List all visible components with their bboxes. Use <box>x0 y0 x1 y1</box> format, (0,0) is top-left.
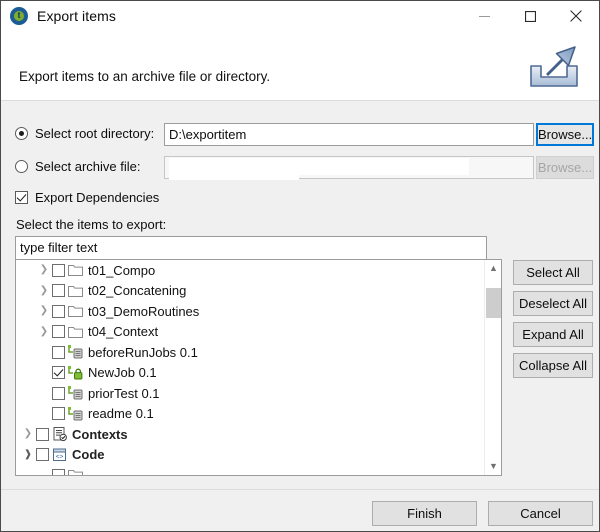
tree-item-label: NewJob 0.1 <box>88 365 157 380</box>
tree-item-label: t02_Concatening <box>88 283 186 298</box>
root-directory-browse-button[interactable]: Browse... <box>536 123 594 146</box>
tree-item-checkbox[interactable] <box>36 448 49 461</box>
expand-all-button[interactable]: Expand All <box>513 322 593 347</box>
tree-item-checkbox[interactable] <box>52 284 65 297</box>
maximize-button[interactable] <box>507 1 553 31</box>
chevron-right-icon[interactable]: ❯ <box>36 322 52 342</box>
folder-icon <box>67 324 84 340</box>
tree-vertical-scrollbar[interactable]: ▲ ▼ <box>484 260 501 475</box>
job-locked-icon <box>67 365 84 381</box>
archive-file-browse-button: Browse... <box>536 156 594 179</box>
tree-item[interactable]: ❱ <> Code <box>16 445 485 466</box>
tree-item-label: Code <box>72 447 105 462</box>
root-directory-row: Select root directory: <box>15 126 154 141</box>
title-bar: t Export items <box>1 1 599 31</box>
scrollbar-thumb[interactable] <box>486 288 501 318</box>
chevron-up-icon[interactable]: ▲ <box>485 260 502 277</box>
tree-item-checkbox[interactable] <box>52 264 65 277</box>
tree-item-checkbox[interactable] <box>52 305 65 318</box>
select-all-button[interactable]: Select All <box>513 260 593 285</box>
tree-item-checkbox[interactable] <box>52 325 65 338</box>
maximize-icon <box>525 11 536 22</box>
select-archive-file-radio[interactable] <box>15 160 28 173</box>
code-icon: <> <box>51 447 68 463</box>
tree-item[interactable]: ❯ Contexts <box>16 424 485 445</box>
folder-icon <box>67 262 84 278</box>
tree-item[interactable]: beforeRunJobs 0.1 <box>16 342 485 363</box>
export-dependencies-row[interactable]: Export Dependencies <box>15 190 159 205</box>
chevron-down-icon[interactable]: ▼ <box>485 458 502 475</box>
tree-item[interactable]: ❯ t04_Context <box>16 322 485 343</box>
export-tray-arrow-icon <box>523 39 585 95</box>
minimize-icon <box>479 11 490 22</box>
tree-item-label: readme 0.1 <box>88 406 154 421</box>
talend-app-icon: t <box>10 7 28 25</box>
chevron-right-icon[interactable]: ❯ <box>36 260 52 280</box>
tree-item[interactable]: NewJob 0.1 <box>16 363 485 384</box>
select-root-directory-label: Select root directory: <box>35 126 154 141</box>
deselect-all-button[interactable]: Deselect All <box>513 291 593 316</box>
job-icon <box>67 406 84 422</box>
job-icon <box>67 385 84 401</box>
folder-icon <box>67 283 84 299</box>
chevron-right-icon[interactable]: ❯ <box>36 281 52 301</box>
items-section-label: Select the items to export: <box>16 217 166 232</box>
header-description: Export items to an archive file or direc… <box>19 69 270 84</box>
contexts-icon <box>51 426 68 442</box>
chevron-down-icon[interactable]: ❱ <box>20 445 36 465</box>
dialog-header: Export items to an archive file or direc… <box>1 31 599 101</box>
tree-content: ❯ t01_Compo ❯ t02_Concatening <box>16 260 485 475</box>
folder-icon <box>67 303 84 319</box>
archive-file-input[interactable] <box>164 156 534 179</box>
tree-item[interactable]: ❯ t02_Concatening <box>16 281 485 302</box>
svg-text:<>: <> <box>56 453 64 460</box>
items-tree[interactable]: ❯ t01_Compo ❯ t02_Concatening <box>15 259 502 476</box>
close-button[interactable] <box>553 1 599 31</box>
tree-item-label: t01_Compo <box>88 263 155 278</box>
tree-item-label: Contexts <box>72 427 128 442</box>
finish-button[interactable]: Finish <box>372 501 477 526</box>
tree-item[interactable]: priorTest 0.1 <box>16 383 485 404</box>
window-controls <box>461 1 599 31</box>
collapse-all-button[interactable]: Collapse All <box>513 353 593 378</box>
select-root-directory-radio[interactable] <box>15 127 28 140</box>
export-dependencies-checkbox[interactable] <box>15 191 28 204</box>
export-dependencies-label: Export Dependencies <box>35 190 159 205</box>
minimize-button[interactable] <box>461 1 507 31</box>
job-icon <box>67 344 84 360</box>
cancel-button[interactable]: Cancel <box>488 501 593 526</box>
filter-input[interactable]: type filter text <box>15 236 487 260</box>
tree-item[interactable]: ❯ t01_Compo <box>16 260 485 281</box>
root-directory-input[interactable]: D:\exportitem <box>164 123 534 146</box>
tree-item-label: t04_Context <box>88 324 158 339</box>
window-title: Export items <box>37 8 116 24</box>
dialog-footer: Finish Cancel <box>1 490 599 531</box>
tree-item-checkbox[interactable] <box>52 346 65 359</box>
tree-item[interactable]: readme 0.1 <box>16 404 485 425</box>
chevron-right-icon[interactable]: ❯ <box>36 301 52 321</box>
tree-item-checkbox[interactable] <box>52 387 65 400</box>
chevron-right-icon[interactable]: ❯ <box>20 424 36 444</box>
tree-item-label: priorTest 0.1 <box>88 386 160 401</box>
tree-item-label: t03_DemoRoutines <box>88 304 199 319</box>
tree-item-checkbox[interactable] <box>52 469 65 475</box>
tree-item-checkbox[interactable] <box>52 366 65 379</box>
archive-file-row: Select archive file: <box>15 159 141 174</box>
close-icon <box>570 10 582 22</box>
folder-icon <box>67 467 84 475</box>
export-items-dialog: t Export items Export items to an arc <box>0 0 600 532</box>
tree-item-checkbox[interactable] <box>36 428 49 441</box>
select-archive-file-label: Select archive file: <box>35 159 141 174</box>
tree-item-checkbox[interactable] <box>52 407 65 420</box>
tree-item-label: beforeRunJobs 0.1 <box>88 345 198 360</box>
dialog-body: Select root directory: D:\exportitem Bro… <box>1 102 599 531</box>
tree-item[interactable]: ❯ t03_DemoRoutines <box>16 301 485 322</box>
tree-item[interactable] <box>16 465 485 475</box>
